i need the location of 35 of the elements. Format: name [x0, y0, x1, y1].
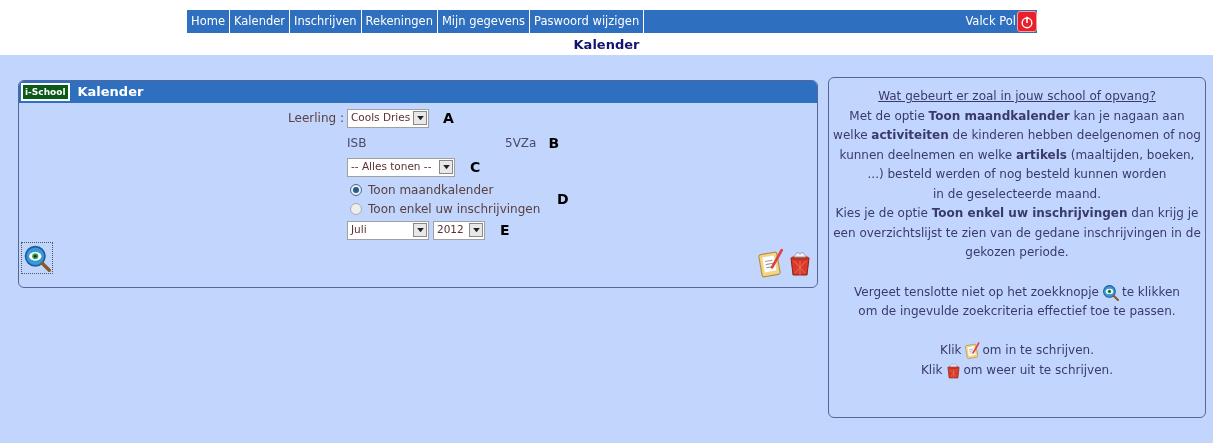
- class-name: 5VZa: [505, 135, 537, 152]
- help-text: in de geselecteerde maand.: [932, 185, 1102, 203]
- help-text: te klikken: [1121, 283, 1180, 301]
- marker-letter: C: [470, 157, 481, 177]
- panel-title: Kalender: [77, 83, 144, 102]
- select-field[interactable]: -- Alles tonen --: [347, 157, 455, 177]
- help-text: om de ingevulde zoekcriteria effectief toe te passen.: [858, 303, 1176, 320]
- select-field[interactable]: Juli: [347, 220, 429, 240]
- logo: i-School: [21, 83, 70, 101]
- trash-bin-icon: [945, 361, 961, 381]
- school-name: ISB: [347, 135, 368, 152]
- radio-label: Toon enkel uw inschrijvingen: [368, 200, 541, 218]
- help-text: Klik: [921, 362, 943, 379]
- help-text: om weer uit te schrijven.: [963, 362, 1113, 379]
- search-icon[interactable]: [21, 242, 53, 274]
- student-label: Leerling :: [288, 110, 344, 127]
- user-name: Valck Pol: [965, 12, 1017, 30]
- marker-letter: E: [500, 220, 510, 240]
- radio-button[interactable]: [350, 183, 362, 196]
- clipboard-icon: [964, 340, 980, 360]
- help-text: Klik: [940, 341, 962, 359]
- help-text: Vergeet tenslotte niet op het zoekknopje: [854, 283, 1099, 301]
- search-icon: [1101, 283, 1119, 301]
- marker-letter: B: [548, 133, 560, 153]
- select-field[interactable]: Cools Dries: [347, 108, 429, 128]
- radio-label: Toon maandkalender: [368, 181, 494, 199]
- radio-button[interactable]: [350, 202, 362, 215]
- marker-letter: A: [443, 108, 454, 128]
- marker-letter: D: [557, 189, 569, 209]
- help-text: om in te schrijven.: [982, 341, 1094, 359]
- select-field[interactable]: 2012: [433, 220, 485, 240]
- page-title: Kalender: [572, 36, 641, 54]
- power-icon[interactable]: [1017, 11, 1037, 32]
- help-text: Kies je de optie Toon enkel uw inschrijvingen dan krijg je een overzichtslijst te zien van de gedane inschrijvingen in de gekozen periode.: [833, 205, 1201, 261]
- help-title: Wat gebeurt er zoal in jouw school of opvang?: [878, 88, 1156, 105]
